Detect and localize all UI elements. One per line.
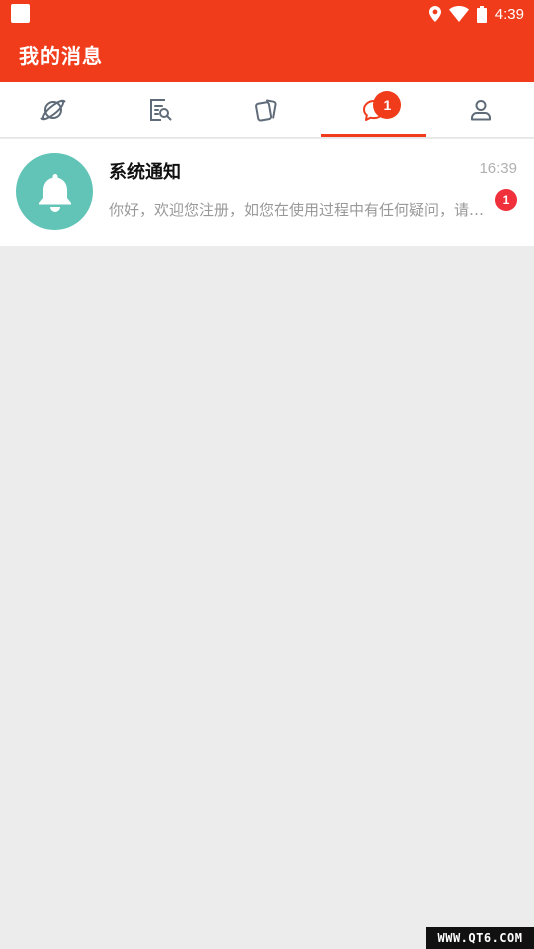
app-bar: 我的消息 <box>0 28 534 82</box>
tab-messages[interactable]: 1 <box>320 82 427 137</box>
watermark: WWW.QT6.COM <box>426 927 534 949</box>
page-title: 我的消息 <box>19 44 103 68</box>
bell-icon <box>38 173 71 212</box>
status-right: 4:39 <box>428 3 524 25</box>
tab-bar: 1 <box>0 82 534 138</box>
tab-document-search[interactable] <box>107 82 214 137</box>
message-title: 系统通知 <box>109 162 181 183</box>
planet-icon <box>40 99 66 120</box>
tab-cards[interactable] <box>214 82 321 137</box>
user-icon <box>470 99 491 120</box>
location-icon <box>428 6 441 22</box>
battery-icon <box>476 5 487 23</box>
unread-badge: 1 <box>495 189 517 211</box>
list-item[interactable]: 系统通知 16:39 你好，欢迎您注册，如您在使用过程中有任何疑问，请随时联系我… <box>0 139 534 246</box>
document-search-icon <box>150 98 172 121</box>
avatar <box>16 153 93 230</box>
status-bar: 4:39 <box>0 0 534 28</box>
app-square-icon <box>11 4 30 23</box>
tab-profile[interactable] <box>427 82 534 137</box>
message-preview: 你好，欢迎您注册，如您在使用过程中有任何疑问，请随时联系我们 <box>109 201 485 219</box>
message-time: 16:39 <box>479 160 517 177</box>
tab-planet[interactable] <box>0 82 107 137</box>
status-time: 4:39 <box>494 5 524 23</box>
cards-icon <box>255 99 277 122</box>
message-list: 系统通知 16:39 你好，欢迎您注册，如您在使用过程中有任何疑问，请随时联系我… <box>0 139 534 246</box>
messages-tab-badge: 1 <box>373 91 402 119</box>
wifi-icon <box>448 6 469 22</box>
